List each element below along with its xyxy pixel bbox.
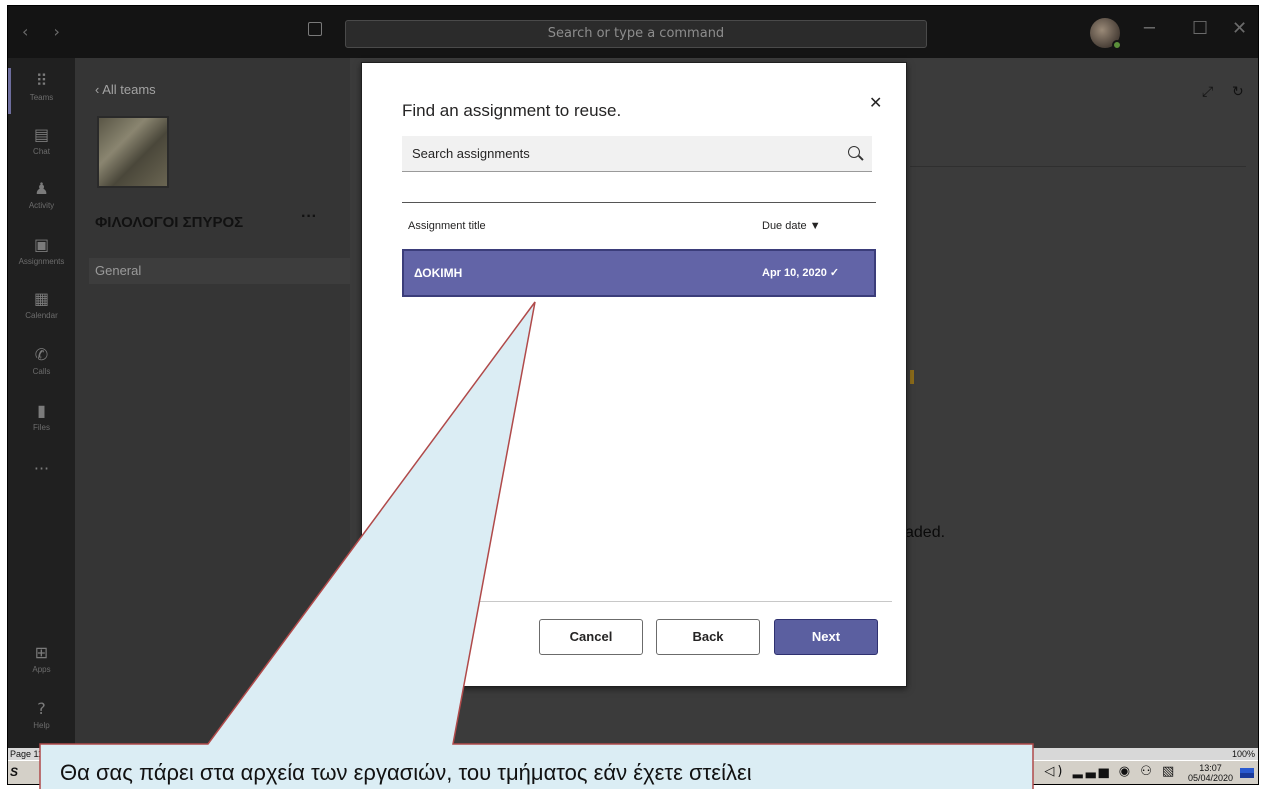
rail-item-help[interactable]: ? Help [8,700,75,731]
rail-item-assignments[interactable]: ▣ Assignments [8,236,75,267]
presence-icon [1112,40,1122,50]
bell-icon: ♟ [34,179,49,198]
word-count: 5 words [84,749,116,759]
main-status-text: aded. [905,524,946,541]
main-accent-mark [910,370,914,384]
team-name: ΦΙΛΟΛΟΓΟΙ ΣΠΥΡΟΣ [95,214,244,231]
more-icon: ··· [33,459,50,478]
column-header-title: Assignment title [408,220,486,232]
help-icon: ? [37,699,46,718]
refresh-icon[interactable]: ↻ [1232,84,1244,100]
column-header-due-date[interactable]: Due date ▼ [762,220,821,232]
footer-divider [402,601,892,602]
rail-item-teams[interactable]: ⠿ Teams [8,72,75,103]
command-search-input[interactable]: Search or type a command [345,20,927,48]
all-teams-link[interactable]: ‹ All teams [95,82,156,97]
system-tray: ▣ ◁) ▂▃▅ ◉ ⚇ ▧ 13:07 05/04/2020 [1020,763,1258,784]
desktop-icon[interactable] [1240,768,1254,778]
rail-label: Assignments [18,257,65,266]
search-placeholder: Search assignments [412,146,530,161]
language-indicator: Gr [194,749,204,759]
word-status-bar: Page 11 of 16 5 words Gr Focus 100% [8,748,1258,760]
next-button[interactable]: Next [774,619,878,655]
zoom-level: 100% [1232,749,1256,759]
close-icon[interactable]: ✕ [869,93,882,112]
clock: 13:07 05/04/2020 [1188,763,1233,783]
apps-icon: ⊞ [34,643,49,662]
reuse-assignment-dialog: Find an assignment to reuse. ✕ Search as… [361,62,907,687]
calendar-icon: ▦ [33,289,50,308]
page-count: Page 11 of 16 [10,749,66,759]
teams-icon: ⠿ [35,71,48,90]
rail-label: Files [33,423,50,432]
rail-item-files[interactable]: ▮ Files [8,402,75,433]
callout-text: Θα σας πάρει στα αρχεία των εργασιών, το… [60,760,752,785]
expand-icon[interactable]: ⤢ [1202,84,1213,100]
rail-label: Activity [28,201,55,210]
avatar[interactable] [1090,18,1122,50]
rail-label: Help [33,721,50,730]
files-icon: ▮ [37,401,46,420]
rail-label: Apps [32,665,51,674]
team-picture [97,116,169,188]
clock-time: 13:07 [1199,763,1222,773]
dialog-title: Find an assignment to reuse. [402,101,622,120]
rail-label: Calendar [25,311,58,320]
phone-icon: ✆ [34,345,49,364]
title-bar: ‹ › Search or type a command ─ ☐ ✕ [8,6,1258,58]
start-button[interactable]: S [10,765,18,779]
rail-item-calendar[interactable]: ▦ Calendar [8,290,75,321]
rail-label: Calls [32,367,51,376]
assignment-row[interactable]: ΔΟΚΙΜΗ Apr 10, 2020 ✓ [402,249,876,297]
search-icon[interactable] [848,146,860,158]
team-more-icon[interactable]: ··· [301,208,317,226]
close-icon[interactable]: ✕ [1232,18,1247,39]
rail-item-activity[interactable]: ♟ Activity [8,180,75,211]
cancel-button[interactable]: Cancel [539,619,643,655]
search-assignments-input[interactable]: Search assignments [402,136,872,172]
rail-label: Teams [29,93,54,102]
assignment-title: ΔΟΚΙΜΗ [414,266,463,280]
minimize-icon[interactable]: ─ [1144,18,1155,39]
nav-arrows-icon[interactable]: ‹ › [22,22,70,41]
back-button[interactable]: Back [656,619,760,655]
channel-general[interactable]: General [89,258,350,284]
chat-icon: ▤ [33,125,50,144]
clock-date: 05/04/2020 [1188,773,1234,783]
assignment-due-date: Apr 10, 2020 ✓ [762,267,840,279]
rail-item-calls[interactable]: ✆ Calls [8,346,75,377]
rail-item-more[interactable]: ··· [8,460,75,478]
new-chat-icon[interactable] [308,22,322,36]
divider [402,202,876,203]
maximize-icon[interactable]: ☐ [1192,18,1208,39]
rail-item-apps[interactable]: ⊞ Apps [8,644,75,675]
rail-item-chat[interactable]: ▤ Chat [8,126,75,157]
assignments-icon: ▣ [33,235,50,254]
app-rail: ⠿ Teams ▤ Chat ♟ Activity ▣ Assignments ▦ Cal… [8,58,75,784]
main-divider [910,166,1246,167]
rail-label: Chat [33,147,50,156]
tray-icons[interactable]: ▣ ◁) ▂▃▅ ◉ ⚇ ▧ [1022,764,1177,779]
team-panel: ‹ All teams ΦΙΛΟΛΟΓΟΙ ΣΠΥΡΟΣ ··· General [75,58,350,748]
focus-button[interactable]: Focus [908,748,933,760]
